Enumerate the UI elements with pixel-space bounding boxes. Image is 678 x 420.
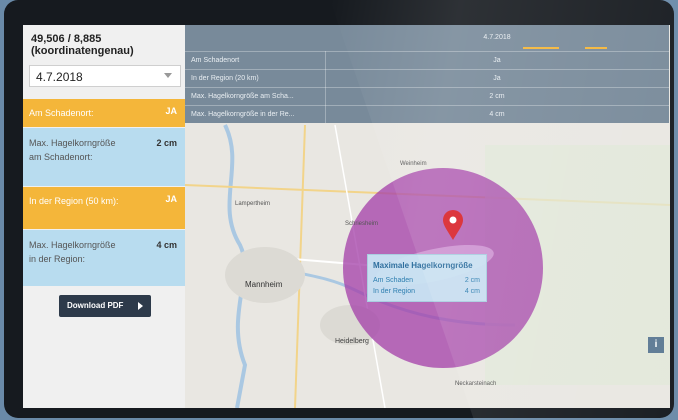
popup-value: 2 cm bbox=[464, 277, 480, 284]
arrow-right-icon bbox=[138, 302, 143, 310]
map-label-heidelberg: Heidelberg bbox=[335, 338, 369, 345]
coordinates-note: (koordinatengenau) bbox=[31, 45, 134, 57]
map-label-weinheim: Weinheim bbox=[400, 161, 427, 167]
summary-label: Max. Hagelkorngröße am Schadenort: bbox=[29, 138, 116, 162]
app-screen: 49,506 / 8,885 (koordinatengenau) 4.7.20… bbox=[23, 25, 670, 408]
left-panel: 49,506 / 8,885 (koordinatengenau) 4.7.20… bbox=[23, 25, 185, 408]
popup-title: Maximale Hagelkorngröße bbox=[373, 261, 473, 270]
coordinates-header: 49,506 / 8,885 (koordinatengenau) bbox=[31, 33, 134, 57]
summary-row-at-location: Am Schadenort: JA bbox=[23, 99, 185, 127]
popup-value: 4 cm bbox=[464, 288, 480, 295]
table-cell-value: Ja bbox=[493, 57, 501, 64]
hail-popup: Maximale Hagelkorngröße Am Schaden 2 cm … bbox=[367, 254, 487, 302]
table-cell-value: Ja bbox=[493, 75, 501, 82]
results-table: 4.7.2018 Am Schadenort Ja In der Region … bbox=[185, 25, 669, 123]
table-cell-key: Max. Hagelkorngröße am Scha... bbox=[191, 93, 294, 100]
date-select-value: 4.7.2018 bbox=[36, 70, 83, 84]
summary-label: In der Region (50 km): bbox=[29, 196, 119, 206]
map-label-neckarsteinach: Neckarsteinach bbox=[455, 381, 496, 387]
popup-label: Am Schaden bbox=[373, 277, 414, 284]
timeline-bar bbox=[585, 47, 607, 49]
popup-label: In der Region bbox=[373, 288, 416, 295]
timeline-bar bbox=[523, 47, 559, 49]
chevron-down-icon bbox=[164, 73, 172, 78]
date-select[interactable]: 4.7.2018 bbox=[29, 65, 181, 87]
table-cell-key: In der Region (20 km) bbox=[191, 75, 259, 82]
table-row: Max. Hagelkorngröße in der Re... 4 cm bbox=[185, 105, 669, 123]
table-cell-value: 2 cm bbox=[489, 93, 505, 100]
coordinates-value: 49,506 / 8,885 bbox=[31, 33, 102, 45]
device-frame: 49,506 / 8,885 (koordinatengenau) 4.7.20… bbox=[4, 0, 674, 418]
summary-value: 2 cm bbox=[156, 138, 177, 148]
marker-dot bbox=[449, 216, 457, 224]
table-row: In der Region (20 km) Ja bbox=[185, 69, 669, 87]
table-header-date: 4.7.2018 bbox=[483, 34, 511, 41]
summary-value: JA bbox=[165, 106, 177, 116]
table-row: Am Schadenort Ja bbox=[185, 51, 669, 69]
summary-value: 4 cm bbox=[156, 240, 177, 250]
table-cell-key: Am Schadenort bbox=[191, 57, 240, 64]
table-row: Max. Hagelkorngröße am Scha... 2 cm bbox=[185, 87, 669, 105]
map-label-schriesheim: Schriesheim bbox=[345, 221, 378, 227]
table-cell-key: Max. Hagelkorngröße in der Re... bbox=[191, 111, 295, 118]
info-button[interactable]: i bbox=[648, 337, 664, 353]
table-cell-value: 4 cm bbox=[489, 111, 505, 118]
urban-area bbox=[225, 247, 305, 303]
map-label-mannheim: Mannheim bbox=[245, 280, 283, 289]
summary-value: JA bbox=[165, 194, 177, 204]
summary-label: Am Schadenort: bbox=[29, 108, 94, 118]
summary-label: Max. Hagelkorngröße in der Region: bbox=[29, 240, 116, 264]
download-pdf-button[interactable]: Download PDF bbox=[59, 295, 151, 317]
download-pdf-label: Download PDF bbox=[67, 301, 124, 310]
map-view[interactable]: Mannheim Heidelberg Schriesheim Weinheim… bbox=[185, 25, 670, 408]
summary-row-in-region: In der Region (50 km): JA bbox=[23, 187, 185, 229]
summary-row-max-hail-region: Max. Hagelkorngröße in der Region: 4 cm bbox=[23, 230, 185, 286]
map-label-lampertheim: Lampertheim bbox=[235, 201, 270, 207]
summary-row-max-hail-location: Max. Hagelkorngröße am Schadenort: 2 cm bbox=[23, 128, 185, 186]
